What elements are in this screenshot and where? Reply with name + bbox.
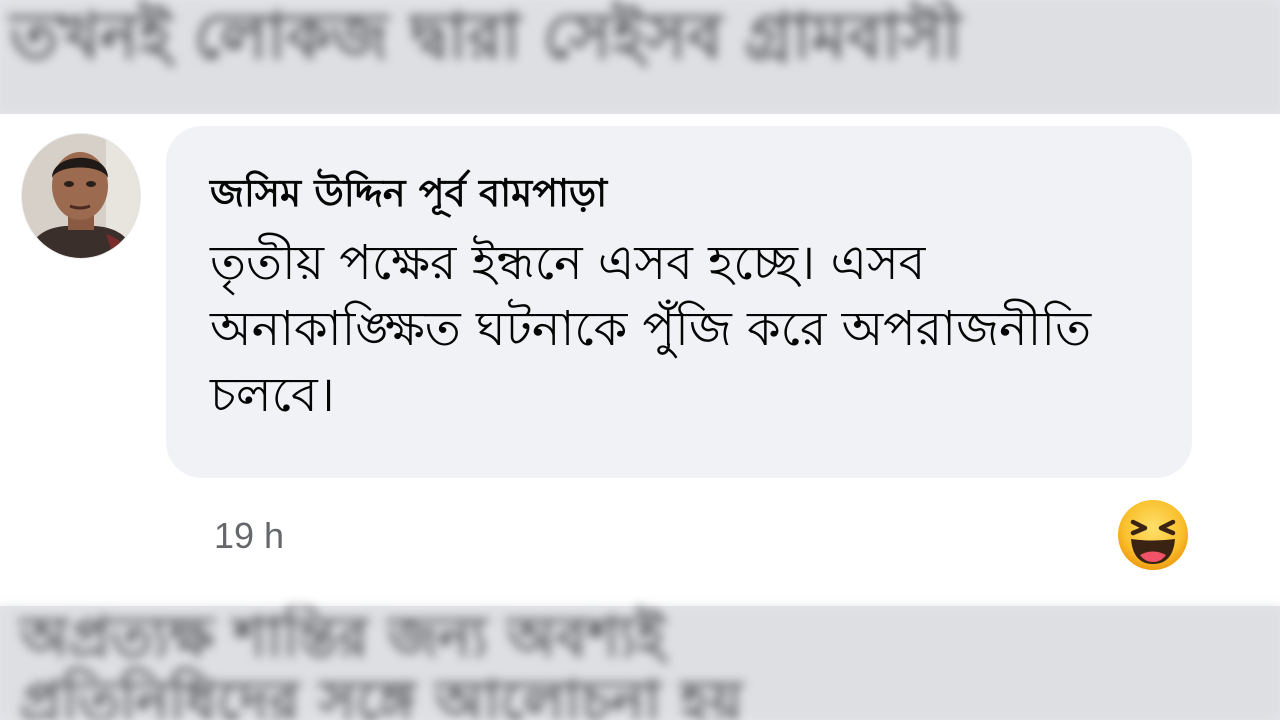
background-line: প্রতিনিধিদের সঙ্গে আলোচনা হয় [20,669,743,720]
comment-text: তৃতীয় পক্ষের ইন্ধনে এসব হচ্ছে। এসব অনাক… [210,235,1092,423]
avatar[interactable] [22,134,140,258]
comment-bubble: জসিম উদ্দিন পূর্ব বামপাড়া তৃতীয় পক্ষের… [166,126,1192,478]
background-line: তখনই লোকজ দ্বারা সেইসব গ্রামবাসী [10,0,962,74]
background-text-bottom: অপ্রত্যক্ষ শান্তির জন্য অবশ্যই প্রতিনিধি… [0,606,1280,720]
background-text-top: তখনই লোকজ দ্বারা সেইসব গ্রামবাসী [0,0,1280,114]
timestamp[interactable]: 19 h [214,514,284,558]
author-name[interactable]: জসিম উদ্দিন পূর্ব বামপাড়া [210,170,607,216]
person-photo-icon [22,134,140,258]
background-line: অপ্রত্যক্ষ শান্তির জন্য অবশ্যই [20,606,666,670]
comment-card: জসিম উদ্দিন পূর্ব বামপাড়া তৃতীয় পক্ষের… [0,114,1280,606]
haha-reaction-icon[interactable] [1116,498,1190,572]
